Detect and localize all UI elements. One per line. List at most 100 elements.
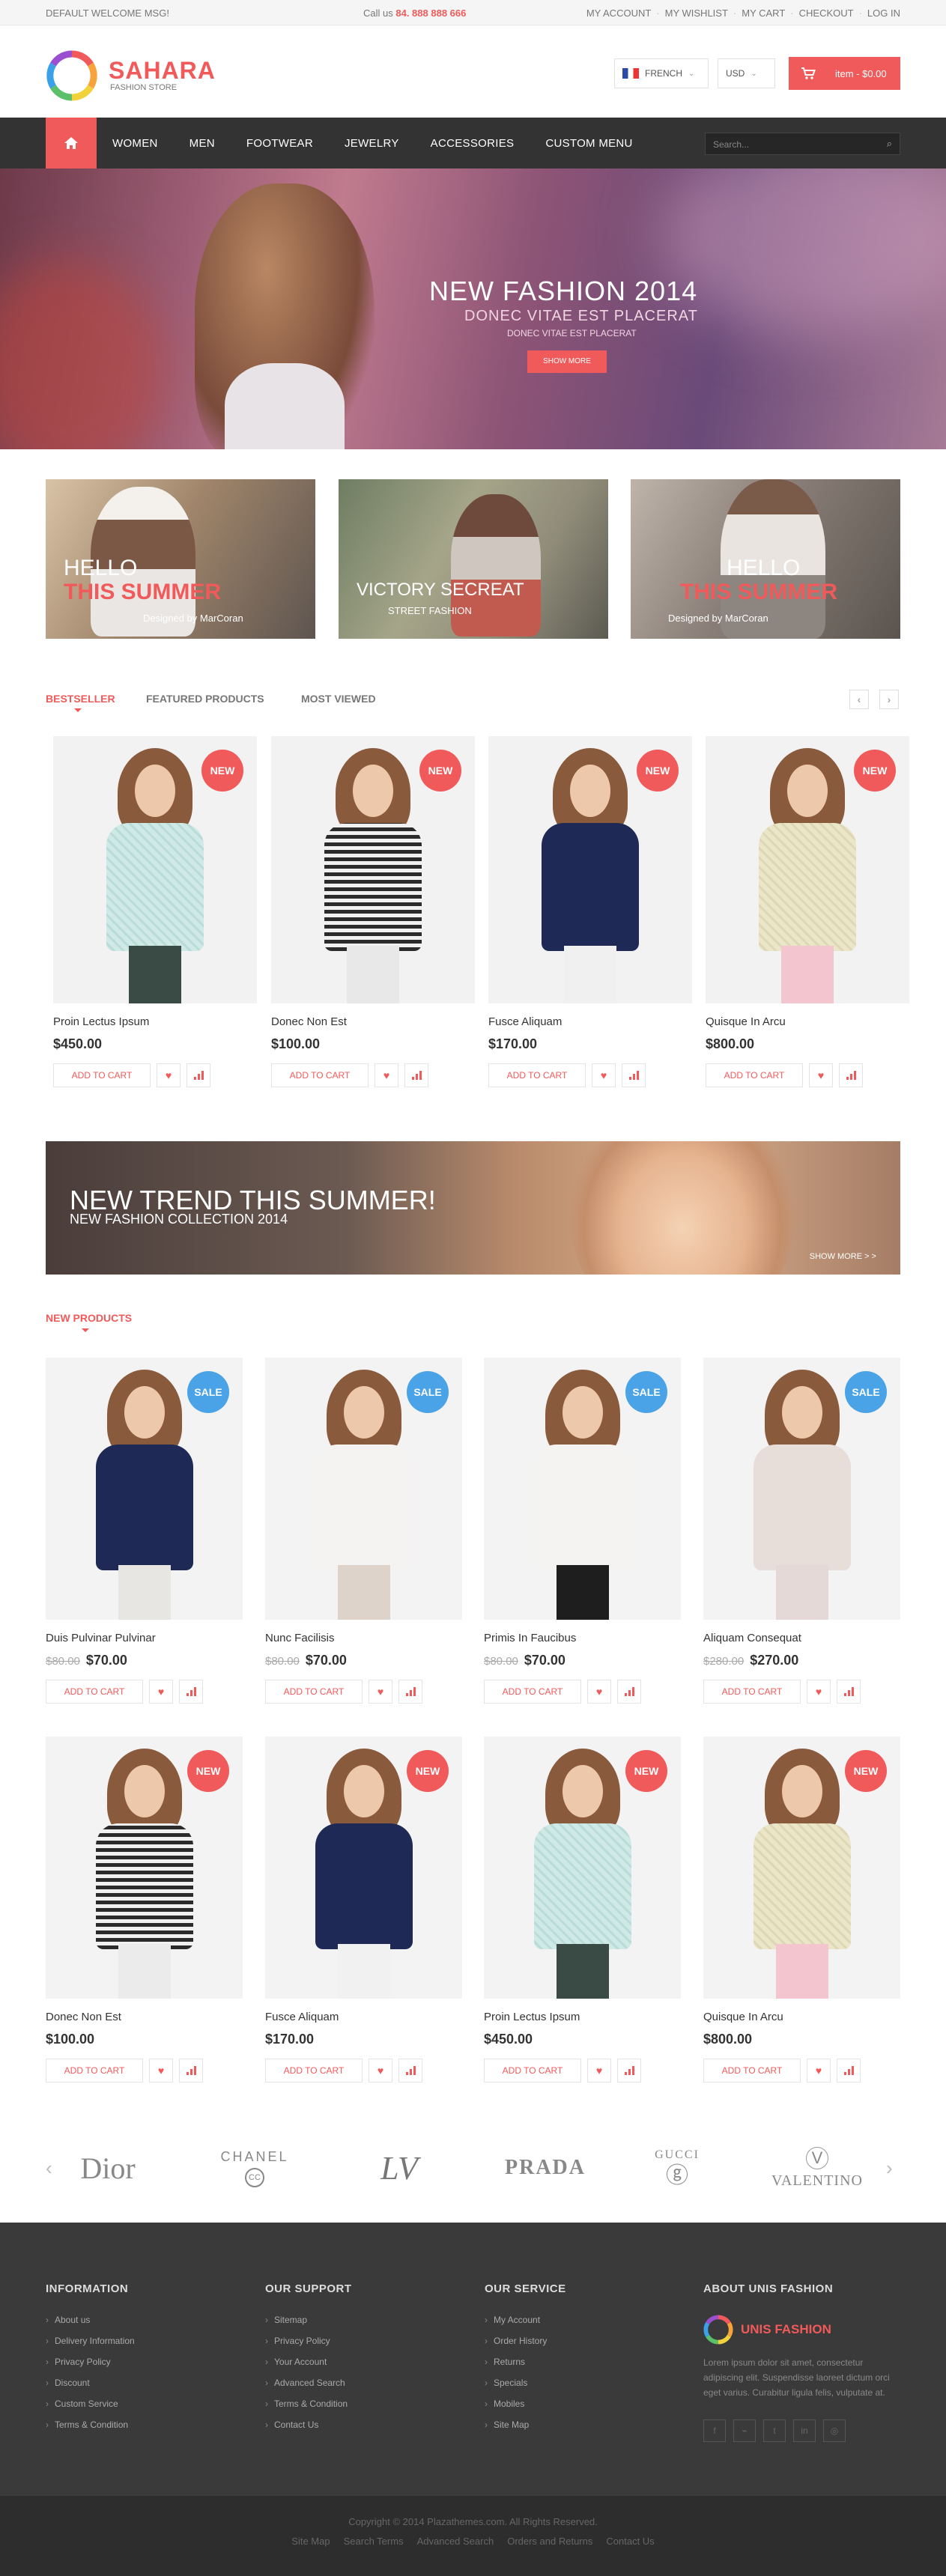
- product-image[interactable]: SALE: [46, 1358, 243, 1620]
- promo-banner-3[interactable]: HELLO THIS SUMMER Designed by MarCoran: [631, 479, 900, 639]
- product-image[interactable]: NEW: [706, 736, 909, 1003]
- compare-icon[interactable]: [839, 1063, 863, 1087]
- brand-logo-dior[interactable]: Dior: [52, 2127, 164, 2209]
- site-logo[interactable]: SAHARA FASHION STORE: [46, 49, 215, 101]
- search-icon[interactable]: ⌕: [887, 138, 892, 150]
- checkout-link[interactable]: CHECKOUT: [799, 7, 854, 19]
- brand-logo-louis-vuitton[interactable]: LV: [343, 2127, 455, 2209]
- footer-link[interactable]: About us: [46, 2315, 248, 2325]
- footer-link[interactable]: Contact Us: [265, 2419, 467, 2430]
- product-name[interactable]: Proin Lectus Ipsum: [53, 1015, 149, 1028]
- compare-icon[interactable]: [398, 1680, 422, 1704]
- promo-banner-2[interactable]: VICTORY SECREAT STREET FASHION: [339, 479, 608, 639]
- add-to-cart-button[interactable]: ADD TO CART: [703, 1680, 801, 1704]
- product-image[interactable]: NEW: [703, 1737, 900, 1999]
- compare-icon[interactable]: [622, 1063, 646, 1087]
- tab-most-viewed[interactable]: MOST VIEWED: [301, 693, 376, 705]
- footer-link[interactable]: Privacy Policy: [265, 2336, 467, 2346]
- product-image[interactable]: SALE: [703, 1358, 900, 1620]
- product-name[interactable]: Aliquam Consequat: [703, 1632, 801, 1644]
- footer-link[interactable]: Terms & Condition: [46, 2419, 248, 2430]
- bottom-link-advanced-search[interactable]: Advanced Search: [417, 2536, 494, 2547]
- nav-item-footwear[interactable]: FOOTWEAR: [246, 137, 313, 150]
- footer-link[interactable]: Custom Service: [46, 2399, 248, 2409]
- wishlist-heart-icon[interactable]: ♥: [149, 1680, 173, 1704]
- footer-link[interactable]: Privacy Policy: [46, 2357, 248, 2367]
- product-image[interactable]: NEW: [488, 736, 692, 1003]
- wishlist-heart-icon[interactable]: ♥: [587, 1680, 611, 1704]
- nav-item-women[interactable]: WOMEN: [112, 137, 158, 150]
- wishlist-heart-icon[interactable]: ♥: [149, 2059, 173, 2083]
- nav-item-custom-menu[interactable]: CUSTOM MENU: [545, 137, 632, 150]
- wishlist-heart-icon[interactable]: ♥: [369, 1680, 392, 1704]
- compare-icon[interactable]: [179, 2059, 203, 2083]
- product-image[interactable]: NEW: [46, 1737, 243, 1999]
- product-image[interactable]: NEW: [53, 736, 257, 1003]
- compare-icon[interactable]: [187, 1063, 210, 1087]
- footer-link[interactable]: Sitemap: [265, 2315, 467, 2325]
- footer-link[interactable]: Delivery Information: [46, 2336, 248, 2346]
- add-to-cart-button[interactable]: ADD TO CART: [265, 2059, 363, 2083]
- wishlist-heart-icon[interactable]: ♥: [809, 1063, 833, 1087]
- footer-link[interactable]: Mobiles: [485, 2399, 687, 2409]
- trend-show-more-link[interactable]: SHOW MORE > >: [810, 1252, 876, 1261]
- search-input[interactable]: Search... ⌕: [705, 133, 900, 155]
- footer-link[interactable]: Specials: [485, 2378, 687, 2388]
- compare-icon[interactable]: [837, 1680, 861, 1704]
- footer-link[interactable]: My Account: [485, 2315, 687, 2325]
- footer-link[interactable]: Your Account: [265, 2357, 467, 2367]
- add-to-cart-button[interactable]: ADD TO CART: [53, 1063, 151, 1087]
- wishlist-heart-icon[interactable]: ♥: [375, 1063, 398, 1087]
- compare-icon[interactable]: [617, 1680, 641, 1704]
- product-name[interactable]: Donec Non Est: [271, 1015, 347, 1028]
- wishlist-heart-icon[interactable]: ♥: [807, 2059, 831, 2083]
- rss-icon[interactable]: ⌁: [733, 2419, 756, 2442]
- product-name[interactable]: Fusce Aliquam: [265, 2011, 339, 2023]
- currency-select[interactable]: USD ⌄: [718, 58, 775, 88]
- dribbble-icon[interactable]: ◎: [823, 2419, 846, 2442]
- hero-show-more-button[interactable]: SHOW MORE: [527, 350, 607, 373]
- home-button[interactable]: [46, 118, 97, 168]
- my-account-link[interactable]: MY ACCOUNT: [586, 7, 651, 19]
- add-to-cart-button[interactable]: ADD TO CART: [484, 2059, 581, 2083]
- linkedin-icon[interactable]: in: [793, 2419, 816, 2442]
- add-to-cart-button[interactable]: ADD TO CART: [488, 1063, 586, 1087]
- brand-logo-chanel[interactable]: CHANEL CC: [198, 2127, 311, 2209]
- nav-item-jewelry[interactable]: JEWELRY: [345, 137, 399, 150]
- compare-icon[interactable]: [617, 2059, 641, 2083]
- carousel-prev-button[interactable]: ‹: [849, 690, 869, 709]
- product-name[interactable]: Proin Lectus Ipsum: [484, 2011, 580, 2023]
- add-to-cart-button[interactable]: ADD TO CART: [706, 1063, 803, 1087]
- tab-featured-products[interactable]: FEATURED PRODUCTS: [146, 693, 264, 705]
- nav-item-accessories[interactable]: ACCESSORIES: [431, 137, 515, 150]
- brand-logo-gucci[interactable]: GUCCI ⓖ: [621, 2127, 733, 2209]
- twitter-icon[interactable]: t: [763, 2419, 786, 2442]
- footer-link[interactable]: Site Map: [485, 2419, 687, 2430]
- footer-link[interactable]: Terms & Condition: [265, 2399, 467, 2409]
- cart-button[interactable]: item - $0.00: [789, 57, 900, 90]
- product-image[interactable]: NEW: [271, 736, 475, 1003]
- add-to-cart-button[interactable]: ADD TO CART: [46, 2059, 143, 2083]
- product-name[interactable]: Quisque In Arcu: [703, 2011, 783, 2023]
- product-name[interactable]: Primis In Faucibus: [484, 1632, 576, 1644]
- add-to-cart-button[interactable]: ADD TO CART: [265, 1680, 363, 1704]
- footer-link[interactable]: Discount: [46, 2378, 248, 2388]
- compare-icon[interactable]: [837, 2059, 861, 2083]
- footer-link[interactable]: Returns: [485, 2357, 687, 2367]
- bottom-link-orders-returns[interactable]: Orders and Returns: [507, 2536, 592, 2547]
- compare-icon[interactable]: [398, 2059, 422, 2083]
- bottom-link-contact-us[interactable]: Contact Us: [606, 2536, 654, 2547]
- wishlist-heart-icon[interactable]: ♥: [592, 1063, 616, 1087]
- facebook-icon[interactable]: f: [703, 2419, 726, 2442]
- product-name[interactable]: Donec Non Est: [46, 2011, 121, 2023]
- product-image[interactable]: NEW: [484, 1737, 681, 1999]
- add-to-cart-button[interactable]: ADD TO CART: [484, 1680, 581, 1704]
- wishlist-heart-icon[interactable]: ♥: [157, 1063, 181, 1087]
- brand-logo-valentino[interactable]: V VALENTINO: [761, 2127, 873, 2209]
- my-wishlist-link[interactable]: MY WISHLIST: [665, 7, 728, 19]
- product-name[interactable]: Quisque In Arcu: [706, 1015, 786, 1028]
- wishlist-heart-icon[interactable]: ♥: [369, 2059, 392, 2083]
- product-name[interactable]: Duis Pulvinar Pulvinar: [46, 1632, 156, 1644]
- brand-next-arrow-icon[interactable]: ›: [886, 2157, 893, 2180]
- promo-banner-1[interactable]: HELLO THIS SUMMER Designed by MarCoran: [46, 479, 315, 639]
